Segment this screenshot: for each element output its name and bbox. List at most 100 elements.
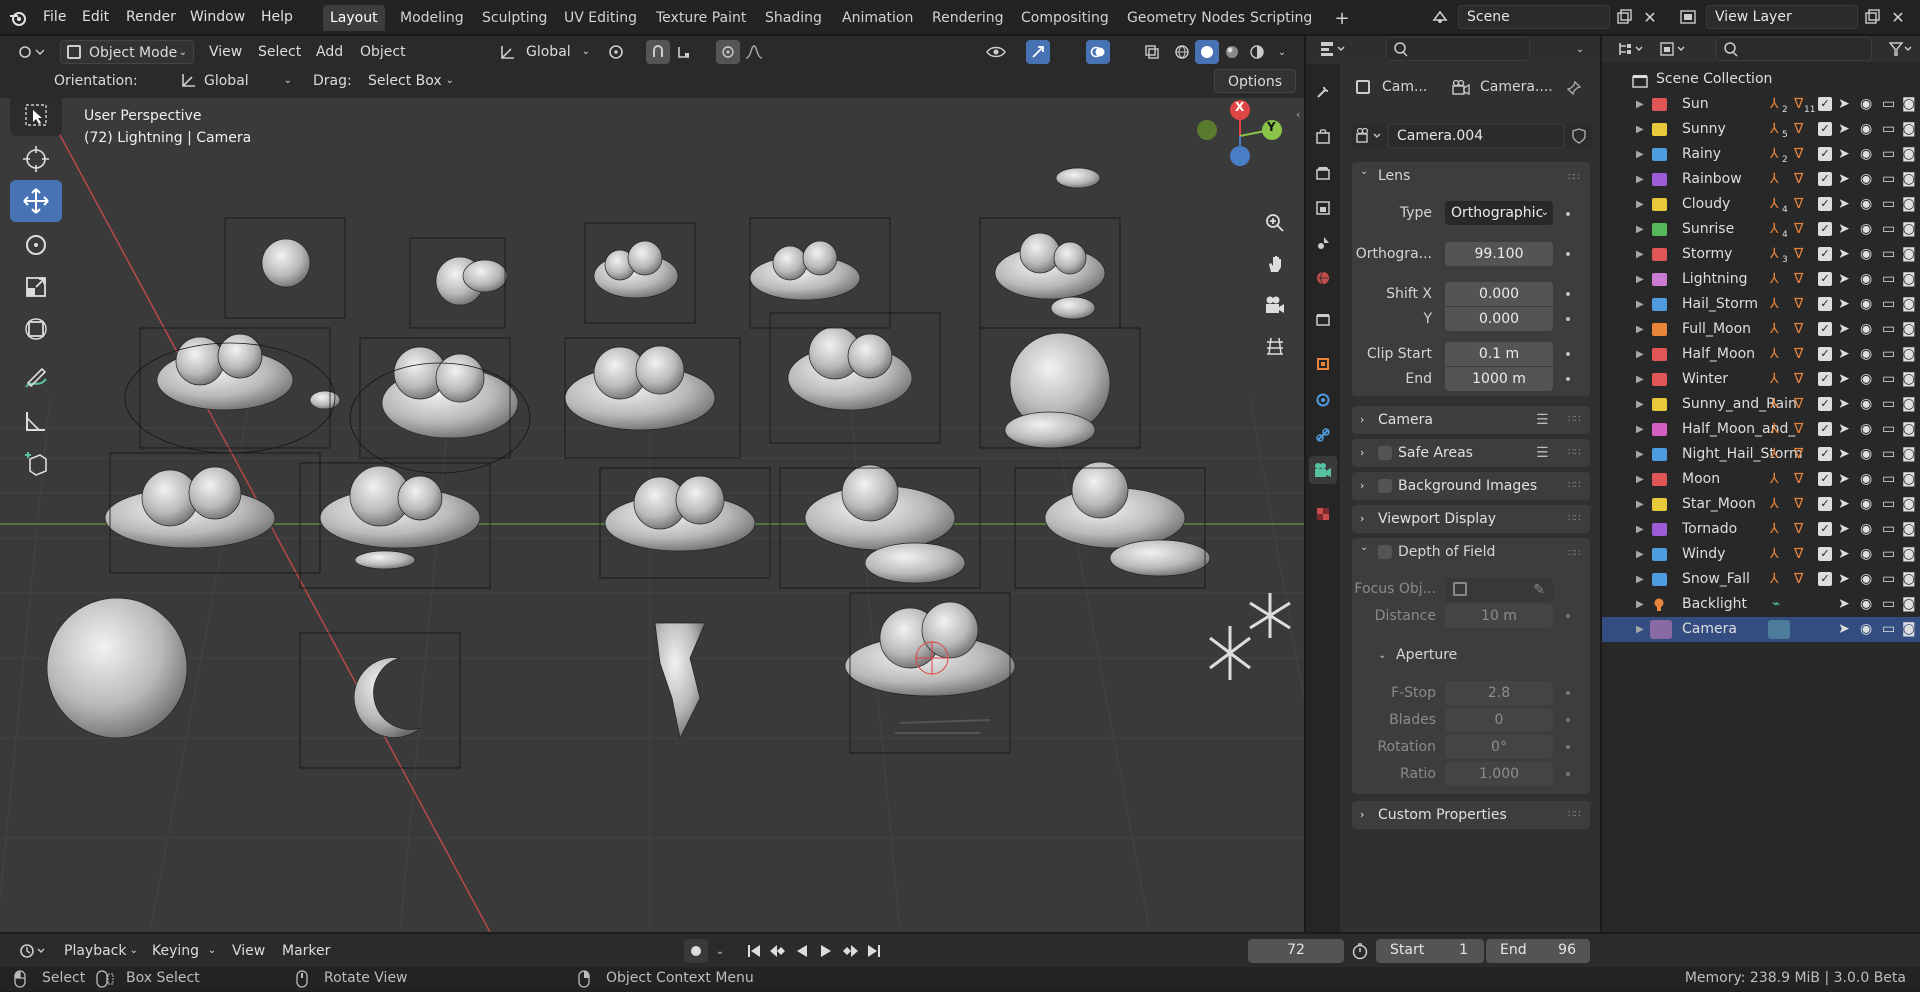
selectable-arrow-icon[interactable]: ➤ [1838,592,1850,617]
selectable-arrow-icon[interactable]: ➤ [1838,192,1850,217]
new-scene-icon[interactable] [1612,5,1636,29]
pan-hand-icon[interactable] [1260,249,1290,279]
modifier-icon[interactable]: ∇ [1794,367,1803,392]
output-tab-icon[interactable] [1309,159,1337,187]
datablock-browse-icon[interactable] [1352,124,1386,148]
modifier-icon[interactable]: ∇ [1794,317,1803,342]
selectable-arrow-icon[interactable]: ➤ [1838,292,1850,317]
menu-object[interactable]: Object [354,40,412,64]
viewport-monitor-icon[interactable]: ▭ [1882,367,1895,392]
shift-x-field[interactable]: 0.000 [1445,282,1553,306]
camera-data-tab-icon[interactable] [1309,456,1337,484]
custom-properties-panel[interactable]: › Custom Properties ∷∷ [1352,801,1590,829]
expand-arrow-icon[interactable]: ▶ [1636,217,1644,242]
menu-window[interactable]: Window [190,7,245,27]
exclude-checkbox[interactable]: ✓ [1818,497,1832,511]
lens-panel-title[interactable]: Lens [1378,168,1410,184]
expand-arrow-icon[interactable]: ▶ [1636,567,1644,592]
viewport-monitor-icon[interactable]: ▭ [1882,267,1895,292]
tab-geometry-nodes[interactable]: Geometry Nodes [1120,5,1252,31]
expand-arrow-icon[interactable]: ▶ [1636,342,1644,367]
menu-render[interactable]: Render [126,7,176,27]
material-preview-icon[interactable] [1220,40,1244,64]
object-children-icon[interactable]: ⅄ [1770,242,1779,267]
modifier-icon[interactable]: ∇ [1794,267,1803,292]
selectable-arrow-icon[interactable]: ➤ [1838,392,1850,417]
marker-menu[interactable]: Marker [276,939,336,963]
background-images-checkbox[interactable] [1378,479,1392,493]
render-camera-icon[interactable]: ◙ [1902,467,1916,492]
visibility-eye-icon[interactable]: ◉ [1860,542,1872,567]
outliner-row[interactable]: ▶ Winter ⅄ ∇ ✓ ➤ ◉ ▭ ◙ [1602,367,1920,392]
viewport-monitor-icon[interactable]: ▭ [1882,117,1895,142]
object-children-icon[interactable]: ⅄ [1770,117,1779,142]
expand-arrow-icon[interactable]: ▶ [1636,542,1644,567]
object-children-icon[interactable]: ⅄ [1770,292,1779,317]
expand-arrow-icon[interactable]: ▶ [1636,517,1644,542]
visibility-icon[interactable] [984,40,1008,64]
selectable-arrow-icon[interactable]: ➤ [1838,567,1850,592]
visibility-eye-icon[interactable]: ◉ [1860,417,1872,442]
dof-panel-title[interactable]: Depth of Field [1398,544,1495,560]
tab-rendering[interactable]: Rendering [925,5,1011,31]
expand-arrow-icon[interactable]: ▶ [1636,292,1644,317]
scene-field[interactable]: Scene [1458,5,1610,29]
object-children-icon[interactable]: ⅄ [1770,142,1779,167]
dof-expand-icon[interactable]: ⌄ [1360,542,1368,553]
selectable-arrow-icon[interactable]: ➤ [1838,217,1850,242]
blades-field[interactable]: 0 [1445,708,1553,732]
visibility-eye-icon[interactable]: ◉ [1860,367,1872,392]
outliner-row[interactable]: ▶ Full_Moon ⅄ ∇ ✓ ➤ ◉ ▭ ◙ [1602,317,1920,342]
modifier-icon[interactable]: ∇ [1794,142,1803,167]
visibility-eye-icon[interactable]: ◉ [1860,142,1872,167]
exclude-checkbox[interactable]: ✓ [1818,172,1832,186]
tab-shading[interactable]: Shading [758,5,829,31]
viewport-monitor-icon[interactable]: ▭ [1882,92,1895,117]
render-camera-icon[interactable]: ◙ [1902,292,1916,317]
visibility-eye-icon[interactable]: ◉ [1860,342,1872,367]
object-children-icon[interactable]: ⅄ [1770,167,1779,192]
exclude-checkbox[interactable]: ✓ [1818,422,1832,436]
viewport-monitor-icon[interactable]: ▭ [1882,292,1895,317]
proportional-edit-icon[interactable] [716,40,740,64]
exclude-checkbox[interactable]: ✓ [1818,97,1832,111]
expand-arrow-icon[interactable]: ▶ [1636,242,1644,267]
scale-tool[interactable] [10,266,62,308]
zoom-icon[interactable] [1260,208,1290,238]
display-mode-icon[interactable] [1656,37,1690,61]
render-camera-icon[interactable]: ◙ [1902,392,1916,417]
viewport-monitor-icon[interactable]: ▭ [1882,342,1895,367]
viewport-display-panel[interactable]: › Viewport Display ∷∷ [1352,505,1590,533]
clip-end-field[interactable]: 1000 m [1445,367,1553,391]
exclude-checkbox[interactable]: ✓ [1818,222,1832,236]
visibility-eye-icon[interactable]: ◉ [1860,567,1872,592]
scene-browse-icon[interactable] [1428,5,1452,29]
viewport-monitor-icon[interactable]: ▭ [1882,217,1895,242]
viewport-monitor-icon[interactable]: ▭ [1882,442,1895,467]
object-children-icon[interactable]: ⅄ [1770,92,1779,117]
tab-layout[interactable]: Layout [323,5,385,31]
drag-handle-icon[interactable]: ∷∷ [1568,548,1581,559]
render-camera-icon[interactable]: ◙ [1902,192,1916,217]
selectable-arrow-icon[interactable]: ➤ [1838,517,1850,542]
menu-select[interactable]: Select [252,40,307,64]
visibility-eye-icon[interactable]: ◉ [1860,517,1872,542]
render-camera-icon[interactable]: ◙ [1902,492,1916,517]
camera-data-icon[interactable] [1768,620,1790,639]
menu-help[interactable]: Help [261,7,293,27]
record-icon[interactable] [684,939,708,963]
visibility-eye-icon[interactable]: ◉ [1860,617,1872,642]
visibility-eye-icon[interactable]: ◉ [1860,117,1872,142]
render-camera-icon[interactable]: ◙ [1902,267,1916,292]
sidebar-toggle-icon[interactable]: ‹ [1296,108,1300,121]
render-camera-icon[interactable]: ◙ [1902,167,1916,192]
render-camera-icon[interactable]: ◙ [1902,142,1916,167]
render-camera-icon[interactable]: ◙ [1902,617,1916,642]
add-cube-tool[interactable] [10,442,62,484]
play-reverse-icon[interactable] [790,939,814,963]
keying-menu[interactable]: Keying ⌄ [146,939,220,963]
transform-orientation-dropdown[interactable]: Global ⌄ [520,40,594,64]
visibility-eye-icon[interactable]: ◉ [1860,317,1872,342]
texture-tab-icon[interactable] [1309,500,1337,528]
start-frame-field[interactable]: Start 1 [1376,939,1484,963]
